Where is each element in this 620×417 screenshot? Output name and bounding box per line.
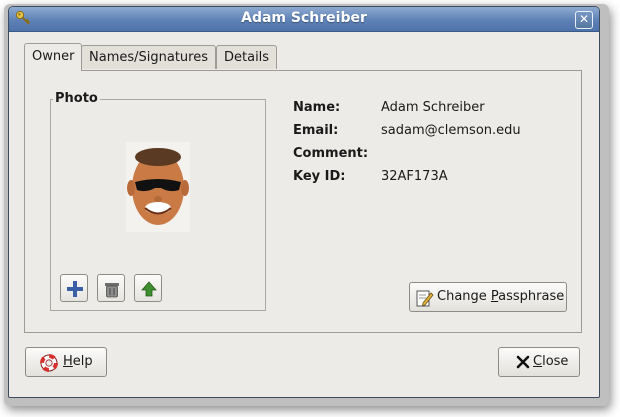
trash-icon — [105, 283, 119, 298]
email-value: sadam@clemson.edu — [381, 123, 521, 138]
photo-legend: Photo — [53, 91, 100, 106]
tab-names-signatures[interactable]: Names/Signatures — [81, 45, 216, 69]
add-photo-icon — [67, 281, 83, 297]
help-lifebuoy-icon — [40, 354, 58, 372]
key-properties-dialog: Adam Schreiber ✕ Owner Names/Signatures … — [8, 6, 600, 398]
window-close-button[interactable]: ✕ — [575, 11, 593, 29]
tab-owner[interactable]: Owner — [24, 43, 83, 71]
tab-owner-label: Owner — [32, 49, 75, 64]
add-photo-button[interactable] — [60, 274, 88, 302]
change-passphrase-button[interactable]: Change Passphrase — [409, 282, 567, 312]
up-arrow-icon — [141, 281, 157, 297]
title-bar[interactable]: Adam Schreiber ✕ — [9, 7, 599, 32]
name-value: Adam Schreiber — [381, 100, 485, 115]
remove-photo-button[interactable] — [97, 274, 125, 302]
photo-frame — [50, 99, 266, 311]
close-button[interactable]: Close — [498, 347, 580, 377]
comment-label: Comment: — [293, 146, 369, 161]
tab-details[interactable]: Details — [216, 45, 278, 69]
owner-tab-panel: Photo Name: Adam Schreiber Email: sadam@… — [24, 70, 582, 333]
close-x-icon — [516, 355, 530, 369]
change-passphrase-label: Change Passphrase — [437, 289, 565, 304]
key-id-label: Key ID: — [293, 169, 346, 184]
email-label: Email: — [293, 123, 339, 138]
edit-icon — [416, 290, 434, 307]
close-label: Close — [533, 354, 569, 369]
key-id-value: 32AF173A — [381, 169, 448, 184]
help-button[interactable]: Help — [25, 347, 107, 377]
tab-names-signatures-label: Names/Signatures — [89, 50, 208, 65]
help-label: Help — [63, 354, 93, 369]
window-title: Adam Schreiber — [241, 10, 367, 26]
name-label: Name: — [293, 100, 341, 115]
user-photo — [126, 142, 190, 232]
move-photo-up-button[interactable] — [134, 274, 162, 302]
tab-details-label: Details — [224, 50, 270, 65]
